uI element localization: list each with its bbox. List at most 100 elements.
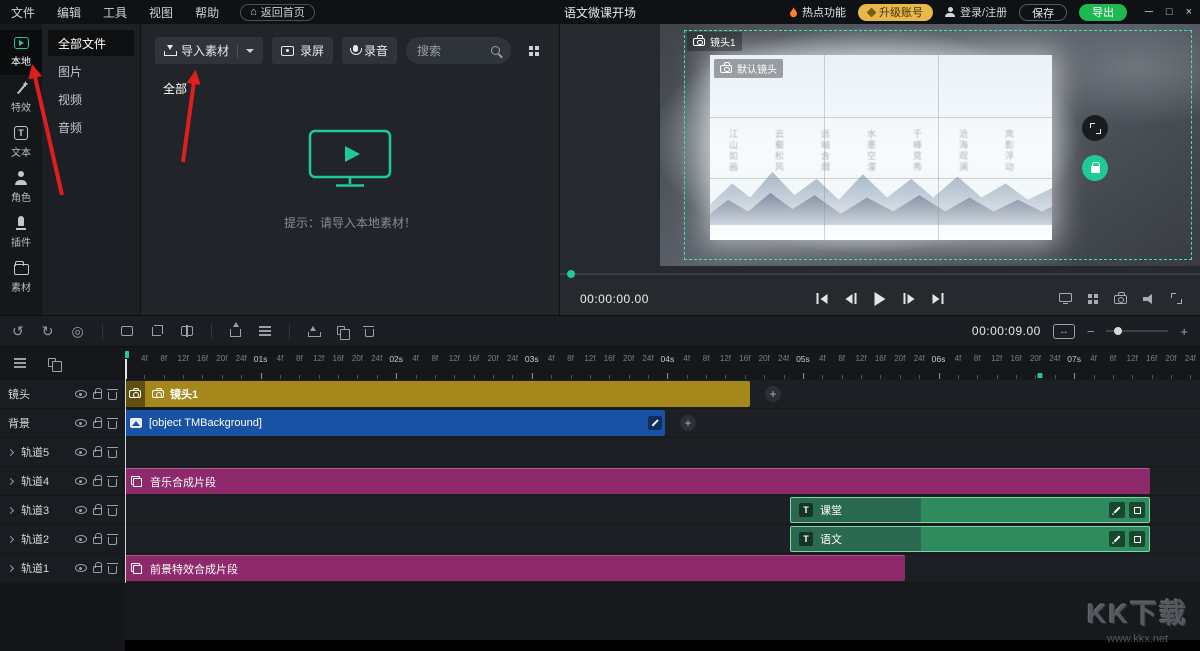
grid-icon[interactable] [1088,294,1098,304]
back-home-button[interactable]: ⌂ 返回首页 [240,4,315,21]
timeline-clip-text[interactable]: T课堂 [790,497,1150,523]
timeline-clip-text[interactable]: T语文 [790,526,1150,552]
track-lane-4[interactable]: 音乐合成片段 [125,467,1200,495]
track-lane-3[interactable] [125,438,1200,466]
toggle-visibility-icon[interactable] [75,419,87,427]
snapshot-icon[interactable] [1114,295,1127,304]
record-screen-button[interactable]: 录屏 [272,37,333,64]
redo-button[interactable]: ↻ [42,324,54,338]
timeline-lanes[interactable]: 镜头1 + [object TMBackground] + 音乐合成片段T课堂 T语文前景… [125,379,1200,651]
playhead-handle[interactable] [125,351,129,358]
timeline-clip-camera[interactable]: 镜头1 [125,381,750,407]
minimize-button[interactable]: ─ [1145,6,1153,18]
lock-canvas-button[interactable] [1082,155,1108,181]
layers-button[interactable] [259,326,271,328]
volume-icon[interactable] [1143,294,1155,304]
track-lane-1[interactable]: 镜头1 + [125,380,1200,408]
timeline-clip-composite[interactable]: 前景特效合成片段 [125,555,905,581]
track-header-3[interactable]: 轨道5 [0,438,125,466]
zoom-slider-handle[interactable] [1114,327,1122,335]
lock-track-icon[interactable] [93,537,102,544]
lock-track-icon[interactable] [93,392,102,399]
box-icon[interactable] [1129,502,1145,518]
menu-edit[interactable]: 编辑 [46,4,92,21]
toggle-visibility-icon[interactable] [75,448,87,456]
upload-button[interactable] [308,326,319,337]
import-material-button[interactable]: 导入素材 [155,37,263,64]
expand-track-icon[interactable] [7,448,14,455]
delete-button[interactable] [365,329,374,337]
lock-track-icon[interactable] [93,479,102,486]
save-button[interactable]: 保存 [1019,4,1067,21]
menu-help[interactable]: 帮助 [184,4,230,21]
sidebar-item-character[interactable]: 角色 [0,165,42,210]
edit-icon[interactable] [1109,502,1125,518]
keyframe-button[interactable]: ◎ [71,324,83,338]
track-lane-5[interactable]: T课堂 [125,496,1200,524]
expand-track-icon[interactable] [7,564,14,571]
category-images[interactable]: 图片 [48,58,134,84]
canvas-button[interactable] [121,326,133,336]
search-input[interactable] [417,44,491,58]
track-lane-7[interactable]: 前景特效合成片段 [125,554,1200,582]
edit-icon[interactable] [1109,531,1125,547]
category-audio[interactable]: 音频 [48,114,134,140]
track-lane-2[interactable]: [object TMBackground] + [125,409,1200,437]
lock-track-icon[interactable] [93,508,102,515]
timeline-ruler[interactable]: 4f8f12f16f20f24f01s4f8f12f16f20f24f02s4f… [125,347,1200,379]
fit-timeline-button[interactable]: ↔ [1053,324,1075,339]
track-header-1[interactable]: 镜头 [0,380,125,408]
timeline-zoom-slider[interactable] [1106,330,1168,332]
search-box[interactable] [406,37,511,64]
track-manager-icon[interactable] [14,358,26,360]
add-clip-button[interactable]: + [765,386,781,402]
prev-frame-button[interactable] [846,293,857,304]
chevron-down-icon[interactable] [246,49,254,53]
sidebar-item-plugin[interactable]: 插件 [0,210,42,255]
scale-icon[interactable] [648,416,662,430]
delete-track-icon[interactable] [108,508,117,516]
expand-track-icon[interactable] [7,477,14,484]
track-header-4[interactable]: 轨道4 [0,467,125,495]
box-icon[interactable] [1129,531,1145,547]
display-icon[interactable] [1059,293,1072,302]
expand-track-icon[interactable] [7,506,14,513]
playhead[interactable] [125,379,126,583]
copy-button[interactable] [337,326,345,335]
play-button[interactable] [875,292,886,306]
preview-progress-bar[interactable] [560,273,1200,275]
delete-track-icon[interactable] [108,450,117,458]
duplicate-icon[interactable] [48,358,56,367]
lock-track-icon[interactable] [93,450,102,457]
timeline-clip-background[interactable]: [object TMBackground] [125,410,665,436]
track-lane-6[interactable]: T语文 [125,525,1200,553]
menu-view[interactable]: 视图 [138,4,184,21]
toggle-visibility-icon[interactable] [75,535,87,543]
expand-track-icon[interactable] [7,535,14,542]
delete-track-icon[interactable] [108,566,117,574]
track-header-7[interactable]: 轨道1 [0,554,125,582]
toggle-visibility-icon[interactable] [75,390,87,398]
add-clip-button[interactable]: + [680,415,696,431]
export-frame-button[interactable] [230,329,241,337]
video-slide[interactable]: 江山如画云壑松风远岫含烟水墨空濛千峰竞秀沧海观澜岚影浮动 默认镜头 [710,55,1052,240]
timeline-marker[interactable] [1038,373,1043,378]
grid-view-button[interactable] [520,37,547,64]
close-button[interactable]: × [1186,6,1192,18]
login-register-button[interactable]: 登录/注册 [945,4,1007,20]
skip-end-button[interactable] [933,293,944,304]
toggle-visibility-icon[interactable] [75,477,87,485]
maximize-button[interactable]: □ [1166,6,1173,18]
sidebar-item-local[interactable]: 本地 [0,30,42,75]
upgrade-account-button[interactable]: 升级账号 [858,4,933,21]
split-button[interactable] [181,326,193,336]
sidebar-item-assets[interactable]: 素材 [0,255,42,300]
video-canvas[interactable]: 江山如画云壑松风远岫含烟水墨空濛千峰竞秀沧海观澜岚影浮动 默认镜头 镜头1 [660,24,1200,266]
menu-file[interactable]: 文件 [0,4,46,21]
track-header-2[interactable]: 背景 [0,409,125,437]
track-header-5[interactable]: 轨道3 [0,496,125,524]
timeline-scrollbar[interactable] [125,640,1200,651]
menu-tools[interactable]: 工具 [92,4,138,21]
skip-start-button[interactable] [817,293,828,304]
lock-track-icon[interactable] [93,566,102,573]
